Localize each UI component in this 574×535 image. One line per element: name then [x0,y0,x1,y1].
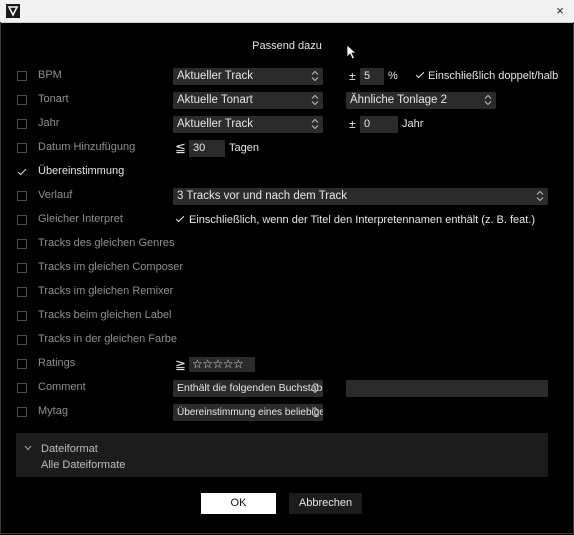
row-same-composer: Tracks im gleichen Composer [0,258,574,278]
key-similarity-select[interactable]: Ähnliche Tonlage 2 [346,92,496,109]
checkbox-key[interactable] [17,95,27,105]
checkbox-comment[interactable] [17,383,27,393]
date-lte-symbol: ≦ [175,140,186,155]
bpm-unit: % [388,70,398,82]
key-source-value: Aktuelle Tonart [177,94,253,106]
checkbox-year[interactable] [17,119,27,129]
date-days-unit: Tagen [229,142,259,154]
label-same-color: Tracks in der gleichen Farbe [38,333,177,345]
label-ratings: Ratings [38,357,76,369]
checkbox-date-added[interactable] [17,143,27,153]
chevron-updown-icon [311,118,319,130]
history-value: 3 Tracks vor und nach dem Track [177,190,348,202]
ratings-gte-symbol: ≧ [175,357,186,372]
history-select[interactable]: 3 Tracks vor und nach dem Track [173,188,548,205]
bpm-source-value: Aktueller Track [177,70,254,82]
cancel-button[interactable]: Abbrechen [289,493,362,514]
checkbox-ratings[interactable] [17,359,27,369]
bpm-plusminus: ± [349,69,356,83]
chevron-updown-icon [536,190,544,202]
mytag-mode-value: Übereinstimmung eines beliebigen ... [177,407,323,418]
year-plusminus: ± [349,117,356,131]
row-same-remixer: Tracks im gleichen Remixer [0,282,574,302]
chevron-updown-icon [311,70,319,82]
row-same-genre: Tracks des gleichen Genres [0,234,574,254]
file-format-title: Dateiformat [41,443,98,455]
row-ratings: Ratings [0,354,574,374]
file-format-value: Alle Dateiformate [41,459,126,471]
dialog-title: Passend dazu [252,40,322,52]
bpm-source-select[interactable]: Aktueller Track [173,68,323,85]
label-same-genre: Tracks des gleichen Genres [38,237,175,249]
label-match: Übereinstimmung [38,165,125,177]
checkbox-same-remixer[interactable] [17,287,27,297]
row-same-color: Tracks in der gleichen Farbe [0,330,574,350]
bpm-range-input[interactable]: 5 [360,68,384,85]
checkbox-history[interactable] [17,191,27,201]
app-logo-icon [6,4,20,18]
mouse-pointer-icon [346,44,358,60]
year-range-input[interactable]: 0 [360,116,398,133]
row-same-label: Tracks beim gleichen Label [0,306,574,326]
checkbox-match[interactable] [17,167,27,177]
label-bpm: BPM [38,69,62,81]
comment-mode-select[interactable]: Enthält die folgenden Buchstaben [173,380,323,397]
label-mytag: Mytag [38,405,68,417]
label-same-remixer: Tracks im gleichen Remixer [38,285,174,297]
checkbox-bpm[interactable] [17,71,27,81]
key-similarity-value: Ähnliche Tonlage 2 [350,94,447,106]
label-same-artist: Gleicher Interpret [38,213,123,225]
checkbox-same-composer[interactable] [17,263,27,273]
label-year: Jahr [38,117,60,129]
row-match: Übereinstimmung [0,162,574,182]
year-source-value: Aktueller Track [177,118,254,130]
chevron-updown-icon [484,94,492,106]
key-source-select[interactable]: Aktuelle Tonart [173,92,323,109]
checkbox-mytag[interactable] [17,407,27,417]
year-source-select[interactable]: Aktueller Track [173,116,323,133]
mytag-mode-select[interactable]: Übereinstimmung eines beliebigen ... [173,404,323,421]
file-format-panel[interactable]: Dateiformat Alle Dateiformate [16,433,548,477]
bpm-double-half-checkbox[interactable] [416,71,426,81]
bpm-double-half-label: Einschließlich doppelt/halb [428,70,559,82]
chevron-updown-icon [311,382,319,394]
checkbox-same-color[interactable] [17,335,27,345]
close-icon[interactable]: × [552,3,568,19]
artist-feat-label: Einschließlich, wenn der Titel den Inter… [189,214,536,226]
label-same-label: Tracks beim gleichen Label [38,309,172,321]
ratings-stars[interactable]: ☆☆☆☆☆ [189,357,255,372]
comment-mode-value: Enthält die folgenden Buchstaben [177,382,323,394]
row-date-added: Datum Hinzufügung [0,138,574,158]
label-key: Tonart [38,93,69,105]
chevron-down-icon[interactable] [24,445,32,451]
checkbox-same-artist[interactable] [17,215,27,225]
checkbox-same-label[interactable] [17,311,27,321]
ok-button[interactable]: OK [201,493,276,514]
year-unit: Jahr [402,118,424,130]
artist-feat-checkbox[interactable] [176,215,186,225]
comment-text-input[interactable] [346,380,548,397]
label-date-added: Datum Hinzufügung [38,141,136,153]
title-bar: × [0,0,574,23]
chevron-updown-icon [311,94,319,106]
label-comment: Comment [38,381,86,393]
label-history: Verlauf [38,189,73,201]
date-days-input[interactable]: 30 [189,140,225,157]
chevron-updown-icon [311,406,319,418]
label-same-composer: Tracks im gleichen Composer [38,261,184,273]
checkbox-same-genre[interactable] [17,239,27,249]
